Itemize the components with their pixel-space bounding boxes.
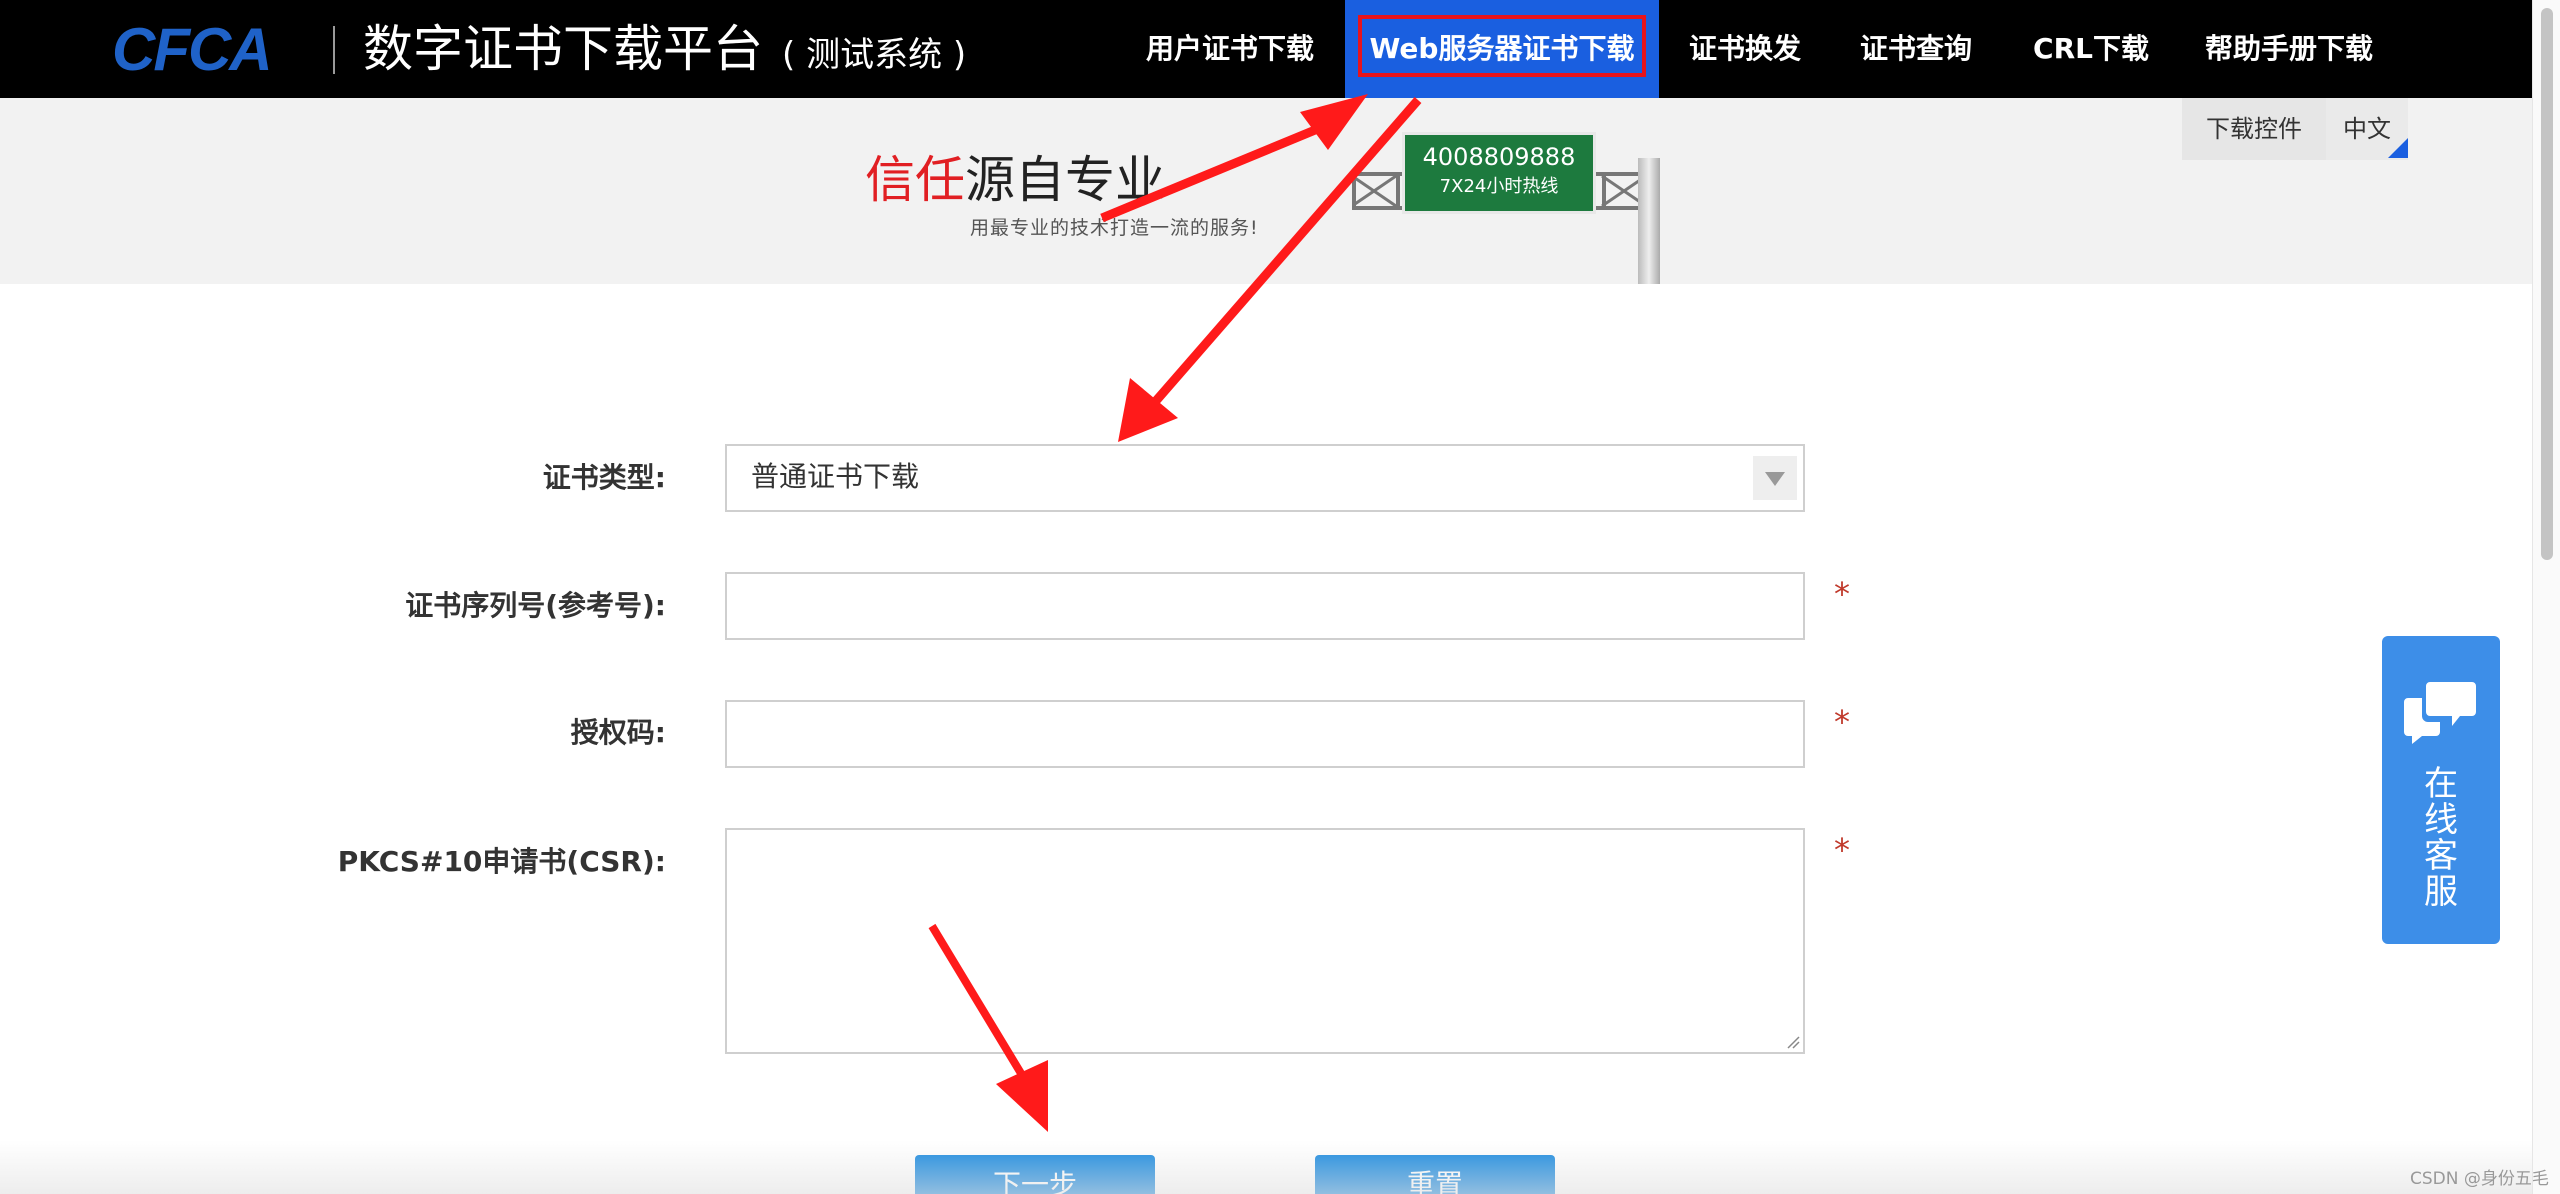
hotline-label: 7X24小时热线 <box>1439 176 1559 197</box>
logo-divider <box>333 26 335 74</box>
auth-code-input[interactable] <box>725 700 1805 768</box>
hotline-sign: 4008809888 7X24小时热线 <box>1402 132 1596 214</box>
nav-label: CRL下载 <box>2033 32 2149 65</box>
bottom-shade <box>0 1140 2532 1194</box>
banner: 信任源自专业 用最专业的技术打造一流的服务! 4008809888 7X24小时… <box>0 98 2532 284</box>
service-char: 客 <box>2424 836 2458 876</box>
sign-pole <box>1638 158 1660 284</box>
cert-type-select[interactable]: 普通证书下载 <box>725 444 1805 512</box>
chat-bubbles-icon <box>2404 682 2476 744</box>
arrowhead-icon <box>996 1060 1048 1132</box>
service-char: 在 <box>2424 764 2458 804</box>
select-arrow-button[interactable] <box>1753 456 1797 500</box>
cert-type-selected: 普通证书下载 <box>751 460 920 493</box>
csr-label: PKCS#10申请书(CSR): <box>337 845 666 878</box>
service-char: 线 <box>2424 800 2458 840</box>
banner-slogan: 信任源自专业 <box>865 150 1165 210</box>
nav-label: 帮助手册下载 <box>2204 32 2373 65</box>
site-title: 数字证书下载平台 <box>363 20 763 78</box>
page: CFCA 数字证书下载平台 ( 测试系统 ) 用户证书下载 Web服务器证书下载… <box>0 0 2560 1194</box>
nav-label: 用户证书下载 <box>1145 32 1314 65</box>
banner-slogan-sub: 用最专业的技术打造一流的服务! <box>970 217 1259 239</box>
required-mark: * <box>1834 575 1850 613</box>
csdn-watermark: CSDN @身份五毛 <box>2410 1169 2549 1189</box>
scrollbar-thumb[interactable] <box>2541 8 2553 560</box>
page-scrollbar[interactable] <box>2532 0 2560 1194</box>
reset-button[interactable]: 重置 <box>1315 1155 1555 1194</box>
nav-help-manual-download[interactable]: 帮助手册下载 <box>2196 0 2382 98</box>
next-step-button[interactable]: 下一步 <box>915 1155 1155 1194</box>
download-plugin-button[interactable]: 下载控件 <box>2182 98 2326 160</box>
nav-label: 证书换发 <box>1688 32 1801 65</box>
required-mark: * <box>1834 831 1850 869</box>
chevron-down-icon <box>1765 472 1785 486</box>
serial-number-label: 证书序列号(参考号): <box>405 589 666 622</box>
hotline-number: 4008809888 <box>1422 143 1576 171</box>
serial-number-input[interactable] <box>725 572 1805 640</box>
online-service-label: 在 线 客 服 <box>2382 766 2500 910</box>
language-corner-icon <box>2388 138 2408 158</box>
arrowhead-icon <box>1118 378 1178 442</box>
nav-label: 证书查询 <box>1859 32 1972 65</box>
auth-code-label: 授权码: <box>570 716 666 749</box>
nav-web-server-cert-download[interactable]: Web服务器证书下载 <box>1345 0 1659 98</box>
nav-crl-download[interactable]: CRL下载 <box>2018 0 2164 98</box>
required-mark: * <box>1834 703 1850 741</box>
top-navbar: CFCA 数字证书下载平台 ( 测试系统 ) 用户证书下载 Web服务器证书下载… <box>0 0 2532 98</box>
service-char: 服 <box>2424 872 2458 912</box>
nav-cert-query[interactable]: 证书查询 <box>1846 0 1986 98</box>
cert-type-label: 证书类型: <box>542 461 666 494</box>
slogan-red-part: 信任 <box>865 151 965 209</box>
cfca-logo[interactable]: CFCA <box>112 20 302 80</box>
csr-textarea[interactable] <box>725 828 1805 1054</box>
site-subtitle: ( 测试系统 ) <box>782 35 967 75</box>
resize-handle-icon[interactable] <box>1786 1035 1800 1049</box>
online-service-widget[interactable]: 在 线 客 服 <box>2382 636 2500 944</box>
nav-label: Web服务器证书下载 <box>1369 32 1635 65</box>
slogan-rest-part: 源自专业 <box>965 151 1165 209</box>
nav-user-cert-download[interactable]: 用户证书下载 <box>1128 0 1332 98</box>
nav-cert-renewal[interactable]: 证书换发 <box>1675 0 1815 98</box>
